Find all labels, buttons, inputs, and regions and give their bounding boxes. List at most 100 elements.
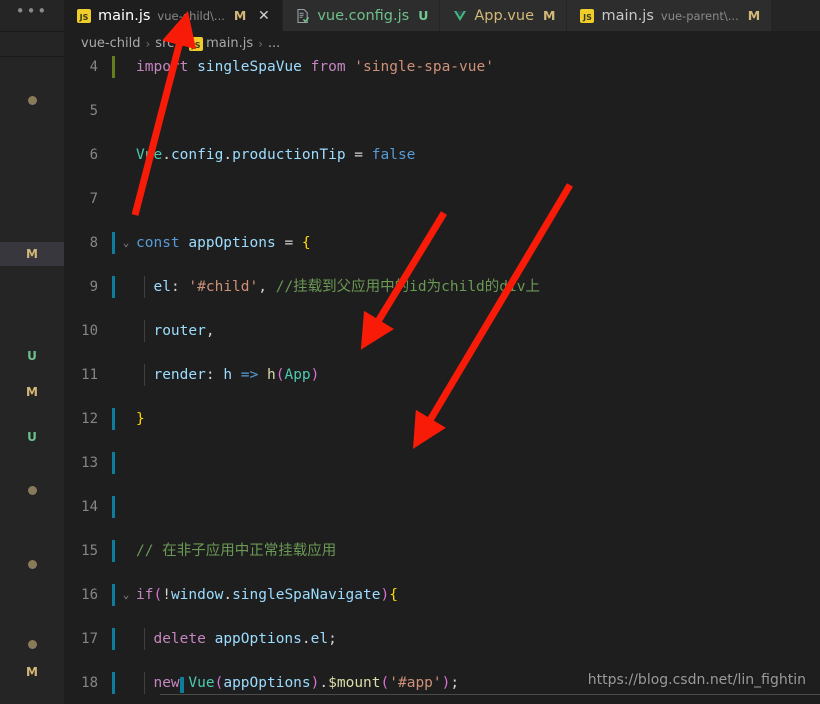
git-gutter-modified xyxy=(112,232,115,254)
strip-divider-bottom xyxy=(0,56,64,57)
tab-git-status: M xyxy=(233,8,247,23)
line-number: 8 xyxy=(89,235,98,251)
breadcrumb-item-file[interactable]: JS main.js xyxy=(189,36,253,51)
code-line[interactable]: 6 Vue.config.productionTip = false xyxy=(64,144,820,166)
line-number: 10 xyxy=(81,323,98,339)
line-number: 5 xyxy=(89,103,98,119)
breadcrumb-tail[interactable]: ... xyxy=(268,36,280,51)
chevron-right-icon: › xyxy=(145,36,151,51)
code-text: Vue.config.productionTip = false xyxy=(136,147,416,163)
breadcrumb-item-vue-child[interactable]: vue-child xyxy=(81,36,140,51)
vscode-window: ••• MUMUM JS main.js vue-child\... M ✕ vue.co… xyxy=(0,0,820,704)
tab-filename: App.vue xyxy=(474,7,535,24)
line-number: 13 xyxy=(81,455,98,471)
code-line[interactable]: 16 ⌄ if(!window.singleSpaNavigate){ xyxy=(64,584,820,606)
line-number: 7 xyxy=(89,191,98,207)
line-number: 18 xyxy=(81,675,98,691)
git-gutter-modified xyxy=(112,276,115,298)
code-text: new Vue(appOptions).$mount('#app'); xyxy=(153,675,460,691)
more-actions-icon[interactable]: ••• xyxy=(14,4,50,22)
breadcrumb-item-src[interactable]: src xyxy=(155,36,174,51)
strip-status-m[interactable]: M xyxy=(0,380,64,404)
fold-chevron-icon[interactable]: ⌄ xyxy=(119,232,133,254)
js-badge: JS xyxy=(580,8,595,23)
close-icon[interactable]: ✕ xyxy=(256,9,271,23)
code-lines: 4 import singleSpaVue from 'single-spa-vu… xyxy=(64,56,820,694)
chevron-right-icon: › xyxy=(179,36,185,51)
code-line[interactable]: 4 import singleSpaVue from 'single-spa-vu… xyxy=(64,56,820,78)
editor-tab-main-js[interactable]: JS main.js vue-child\... M ✕ xyxy=(64,0,284,31)
code-text: import singleSpaVue from 'single-spa-vue… xyxy=(136,59,494,75)
tab-git-status: M xyxy=(747,8,761,23)
tab-git-status: M xyxy=(543,8,556,23)
code-text: render: h => h(App) xyxy=(153,367,320,383)
strip-status-u[interactable]: U xyxy=(0,344,64,368)
line-number: 15 xyxy=(81,543,98,559)
tab-filepath: vue-parent\... xyxy=(660,8,739,23)
git-gutter-modified xyxy=(112,628,115,650)
line-number: 16 xyxy=(81,587,98,603)
js-file-icon: JS xyxy=(76,8,92,24)
code-text: const appOptions = { xyxy=(136,235,311,251)
editor-bottom-gutter-mark xyxy=(180,677,184,693)
fold-chevron-icon[interactable]: ⌄ xyxy=(119,584,133,606)
code-line[interactable]: 14 xyxy=(64,496,820,518)
line-number: 6 xyxy=(89,147,98,163)
editor-tab-vue-config-js-1[interactable]: vue.config.js U xyxy=(283,0,441,31)
config-file-icon xyxy=(295,8,311,24)
line-number: 17 xyxy=(81,631,98,647)
code-line[interactable]: 5 xyxy=(64,100,820,122)
strip-status-m[interactable]: M xyxy=(0,660,64,684)
code-line[interactable]: 17 delete appOptions.el; xyxy=(64,628,820,650)
code-text: el: '#child', //挂载到父应用中的id为child的div上 xyxy=(153,279,540,295)
code-text: if(!window.singleSpaNavigate){ xyxy=(136,587,398,603)
tab-filepath: vue-child\... xyxy=(157,8,225,23)
code-text: } xyxy=(136,411,145,427)
js-file-icon: JS xyxy=(579,8,595,24)
editor-tab-main-js-3[interactable]: JS main.js vue-parent\... M xyxy=(567,0,773,31)
js-badge: JS xyxy=(77,8,91,23)
code-line[interactable]: 15 // 在非子应用中正常挂载应用 xyxy=(64,540,820,562)
code-line[interactable]: 11 render: h => h(App) xyxy=(64,364,820,386)
tab-filename: main.js xyxy=(98,7,151,24)
git-gutter-added xyxy=(112,56,115,78)
line-number: 4 xyxy=(89,59,98,75)
strip-status-dot[interactable] xyxy=(0,478,64,502)
strip-status-dot[interactable] xyxy=(0,632,64,656)
tab-filename: main.js xyxy=(601,7,654,24)
watermark: https://blog.csdn.net/lin_fightin xyxy=(587,672,806,688)
strip-status-dot[interactable] xyxy=(0,552,64,576)
explorer-strip: ••• MUMUM xyxy=(0,0,64,704)
code-text: router, xyxy=(153,323,215,339)
git-gutter-modified xyxy=(112,408,115,430)
git-gutter-modified xyxy=(112,540,115,562)
editor-tab-App-vue-2[interactable]: App.vue M xyxy=(440,0,568,31)
code-line[interactable]: 7 xyxy=(64,188,820,210)
code-line[interactable]: 10 router, xyxy=(64,320,820,342)
js-file-icon: JS xyxy=(189,36,204,51)
code-line[interactable]: 9 el: '#child', //挂载到父应用中的id为child的div上 xyxy=(64,276,820,298)
strip-status-dot[interactable] xyxy=(0,88,64,112)
code-line[interactable]: 8 ⌄ const appOptions = { xyxy=(64,232,820,254)
line-number: 9 xyxy=(89,279,98,295)
line-number: 14 xyxy=(81,499,98,515)
line-number: 11 xyxy=(81,367,98,383)
breadcrumb-filename: main.js xyxy=(206,36,254,51)
vue-file-icon xyxy=(452,8,468,24)
strip-status-m[interactable]: M xyxy=(0,242,64,266)
code-text: // 在非子应用中正常挂载应用 xyxy=(136,543,337,559)
line-number: 12 xyxy=(81,411,98,427)
breadcrumb[interactable]: vue-child › src › JS main.js ›... xyxy=(64,31,820,56)
editor-bottom-rule xyxy=(160,694,820,695)
git-gutter-modified xyxy=(112,452,115,474)
git-gutter-modified xyxy=(112,672,115,694)
code-editor[interactable]: 4 import singleSpaVue from 'single-spa-vu… xyxy=(64,56,820,704)
strip-status-u[interactable]: U xyxy=(0,425,64,449)
code-text: delete appOptions.el; xyxy=(153,631,337,647)
git-gutter-modified xyxy=(112,496,115,518)
code-line[interactable]: 12} xyxy=(64,408,820,430)
strip-divider-top xyxy=(0,31,64,32)
git-gutter-modified xyxy=(112,584,115,606)
code-line[interactable]: 13 xyxy=(64,452,820,474)
chevron-right-icon: › xyxy=(258,36,263,51)
